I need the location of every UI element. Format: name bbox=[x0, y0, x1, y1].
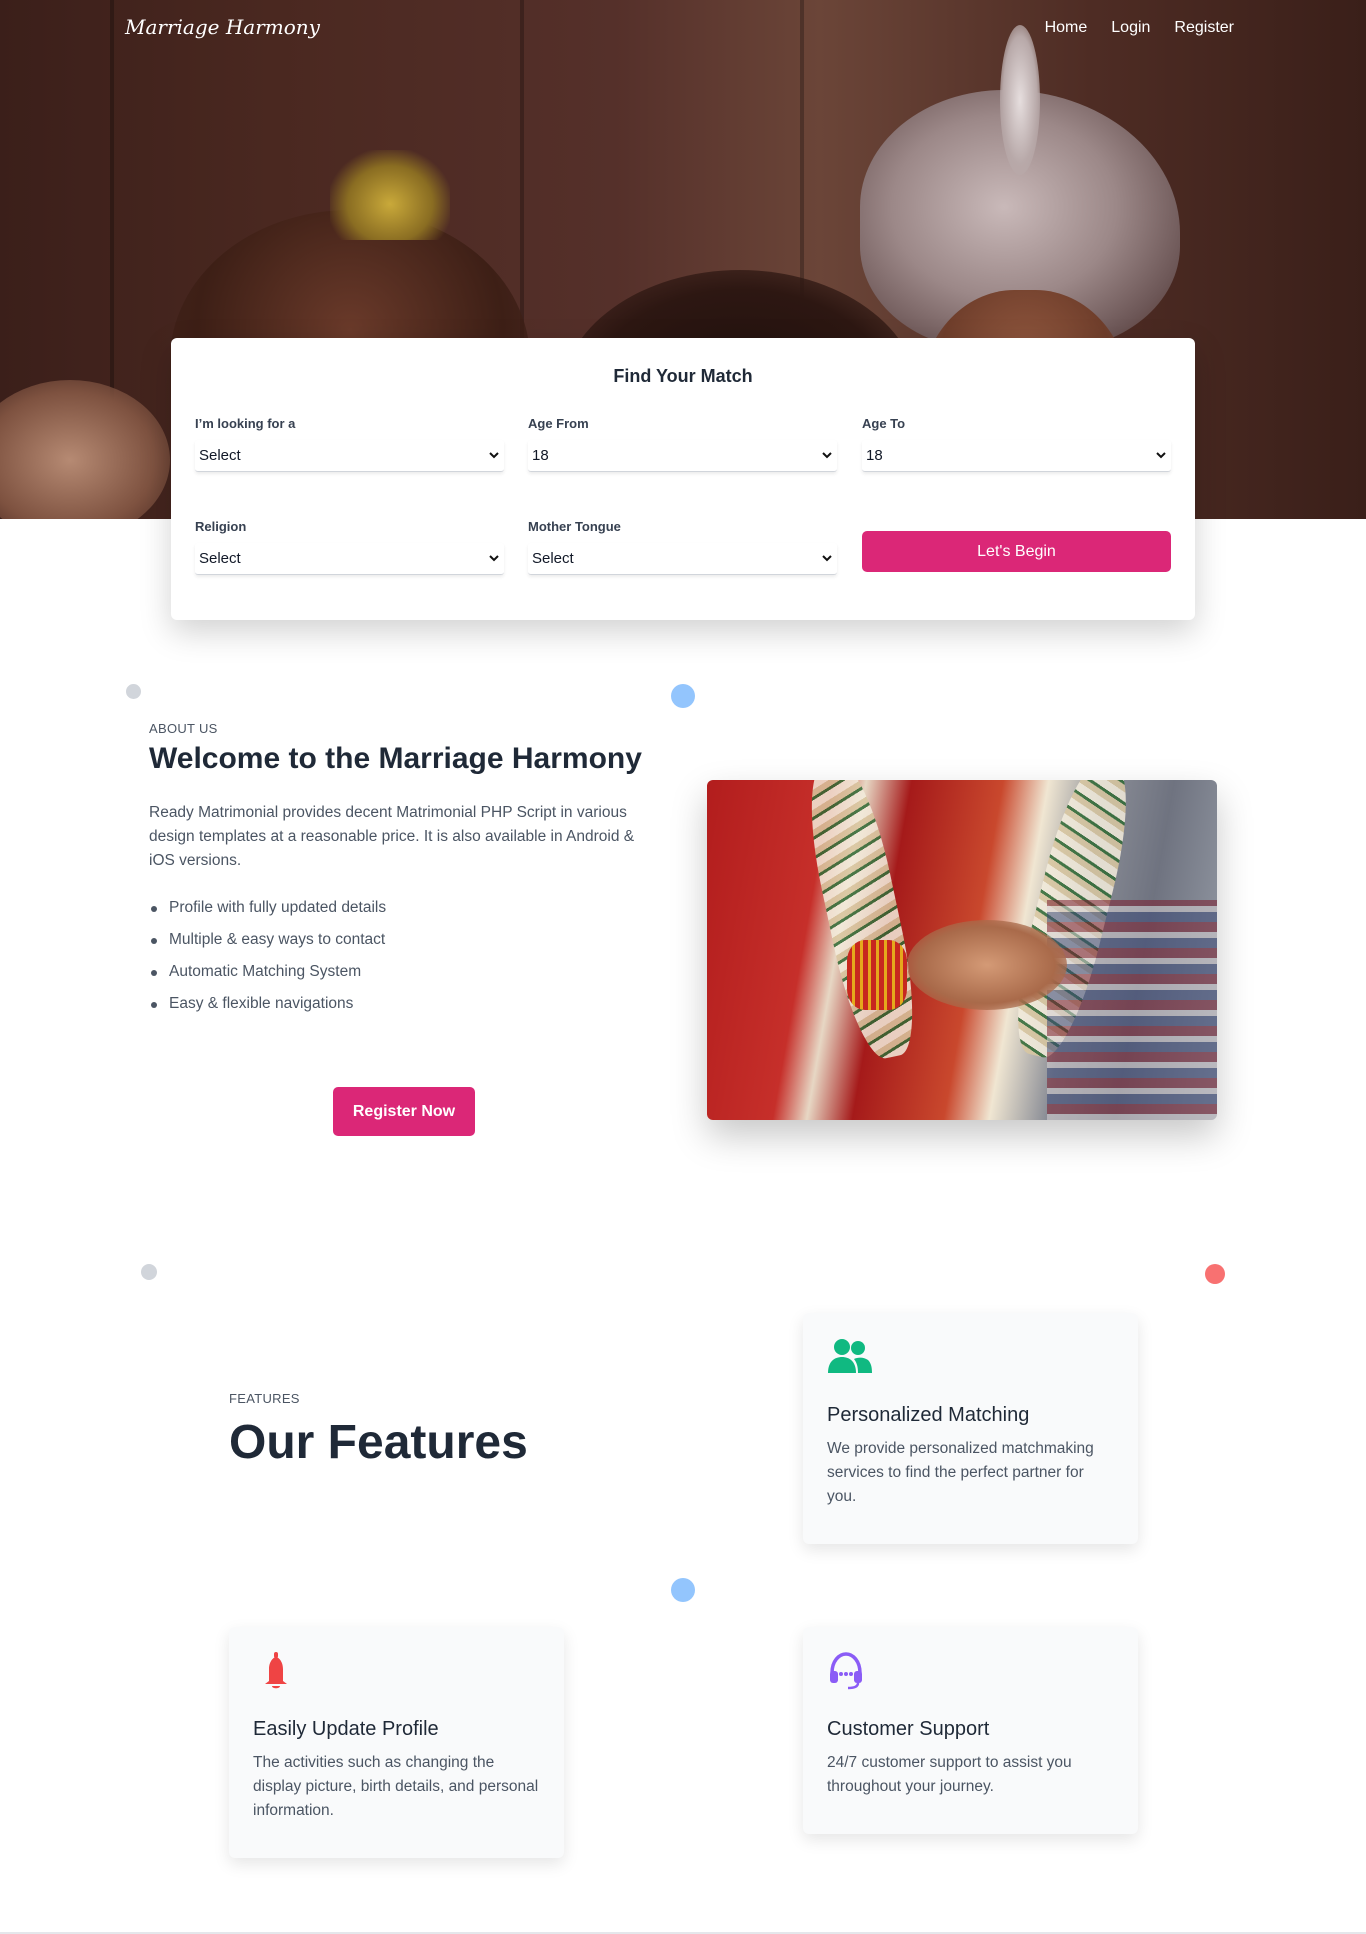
brand-logo[interactable]: Marriage Harmony bbox=[125, 15, 320, 39]
list-item: Easy & flexible navigations bbox=[149, 992, 386, 1024]
religion-value: Select bbox=[199, 550, 241, 567]
features-kicker: FEATURES bbox=[229, 1391, 300, 1406]
age-from-value: 18 bbox=[532, 447, 549, 464]
nav-register-link[interactable]: Register bbox=[1174, 19, 1234, 37]
decorative-dot bbox=[141, 1264, 157, 1280]
feature-card-easily-update-profile: Easily Update Profile The activities suc… bbox=[229, 1627, 564, 1858]
feature-card-personalized-matching: Personalized Matching We provide persona… bbox=[803, 1313, 1138, 1544]
religion-select[interactable]: Select bbox=[195, 543, 504, 575]
nav-home-link[interactable]: Home bbox=[1045, 19, 1088, 37]
feature-card-title: Personalized Matching bbox=[827, 1404, 1030, 1426]
chevron-down-icon bbox=[489, 555, 499, 562]
about-description: Ready Matrimonial provides decent Matrim… bbox=[149, 804, 635, 869]
age-to-label: Age To bbox=[862, 416, 906, 431]
looking-for-label: I’m looking for a bbox=[195, 416, 296, 431]
find-match-title: Find Your Match bbox=[613, 366, 753, 386]
chevron-down-icon bbox=[822, 555, 832, 562]
chevron-down-icon bbox=[489, 452, 499, 459]
feature-card-text: The activities such as changing the disp… bbox=[253, 1754, 539, 1819]
chevron-down-icon bbox=[1156, 452, 1166, 459]
about-title: Welcome to the Marriage Harmony bbox=[149, 742, 642, 775]
list-item: Multiple & easy ways to contact bbox=[149, 928, 386, 960]
looking-for-value: Select bbox=[199, 447, 241, 464]
decorative-dot bbox=[671, 684, 695, 708]
headset-icon bbox=[830, 1652, 862, 1690]
about-kicker: ABOUT US bbox=[149, 721, 218, 736]
hero-headpiece bbox=[330, 150, 450, 240]
nav-login-link[interactable]: Login bbox=[1111, 19, 1150, 37]
looking-for-select[interactable]: Select bbox=[195, 440, 504, 472]
wedding-hands-photo bbox=[707, 780, 1217, 1120]
age-from-field: Age From 18 bbox=[528, 416, 837, 472]
features-title: Our Features bbox=[229, 1416, 528, 1469]
users-icon bbox=[828, 1339, 872, 1373]
age-from-select[interactable]: 18 bbox=[528, 440, 837, 472]
mother-tongue-select[interactable]: Select bbox=[528, 543, 837, 575]
find-match-form: Find Your Match I’m looking for a Select… bbox=[171, 338, 1195, 620]
about-feature-list: Profile with fully updated details Multi… bbox=[149, 896, 386, 1024]
photo-garland bbox=[796, 780, 928, 1064]
decorative-dot bbox=[671, 1578, 695, 1602]
decorative-dot bbox=[1205, 1264, 1225, 1284]
mother-tongue-value: Select bbox=[532, 550, 574, 567]
nav-links: Home Login Register bbox=[1045, 19, 1234, 37]
register-now-button[interactable]: Register Now bbox=[333, 1087, 475, 1136]
photo-jacket bbox=[1047, 900, 1217, 1120]
photo-bangles bbox=[847, 940, 907, 1010]
list-item: Automatic Matching System bbox=[149, 960, 386, 992]
age-to-value: 18 bbox=[866, 447, 883, 464]
feature-card-text: 24/7 customer support to assist you thro… bbox=[827, 1754, 1072, 1795]
religion-field: Religion Select bbox=[195, 519, 504, 575]
top-navigation: Marriage Harmony Home Login Register bbox=[0, 0, 1366, 58]
photo-hands bbox=[907, 920, 1067, 1010]
religion-label: Religion bbox=[195, 519, 247, 534]
bell-icon bbox=[265, 1652, 287, 1689]
looking-for-field: I’m looking for a Select bbox=[195, 416, 504, 472]
age-from-label: Age From bbox=[528, 416, 589, 431]
feature-card-customer-support: Customer Support 24/7 customer support t… bbox=[803, 1627, 1138, 1834]
mother-tongue-label: Mother Tongue bbox=[528, 519, 621, 534]
age-to-select[interactable]: 18 bbox=[862, 440, 1171, 472]
lets-begin-button[interactable]: Let's Begin bbox=[862, 531, 1171, 572]
feature-card-title: Customer Support bbox=[827, 1718, 990, 1740]
age-to-field: Age To 18 bbox=[862, 416, 1171, 472]
chevron-down-icon bbox=[822, 452, 832, 459]
feature-card-title: Easily Update Profile bbox=[253, 1718, 439, 1740]
list-item: Profile with fully updated details bbox=[149, 896, 386, 928]
feature-card-text: We provide personalized matchmaking serv… bbox=[827, 1440, 1094, 1505]
decorative-dot bbox=[126, 684, 141, 699]
hero-guest bbox=[0, 380, 170, 519]
mother-tongue-field: Mother Tongue Select bbox=[528, 519, 837, 575]
